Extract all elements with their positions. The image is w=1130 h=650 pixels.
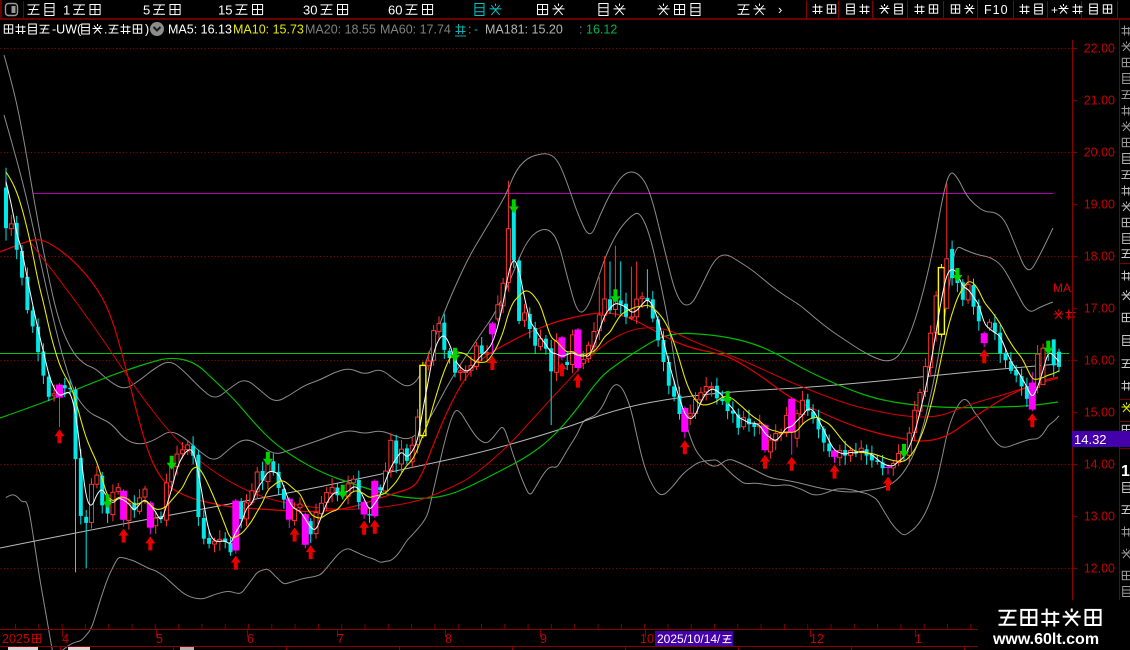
- svg-text:15: 15: [218, 3, 232, 18]
- svg-text:17.00: 17.00: [1084, 302, 1115, 316]
- svg-text:5: 5: [156, 632, 163, 646]
- svg-text:12: 12: [810, 632, 824, 646]
- svg-text:16.00: 16.00: [1084, 354, 1115, 368]
- svg-text:9: 9: [540, 632, 547, 646]
- svg-text:14.32: 14.32: [1074, 432, 1107, 447]
- svg-text:14.00: 14.00: [1084, 458, 1115, 472]
- svg-text:60: 60: [388, 3, 402, 18]
- svg-text:.: .: [104, 23, 107, 37]
- svg-text:10: 10: [640, 632, 654, 646]
- svg-text:F10: F10: [984, 3, 1009, 17]
- svg-text:30: 30: [303, 3, 317, 18]
- svg-text:-UW(: -UW(: [52, 23, 82, 37]
- svg-text::: :: [468, 23, 471, 37]
- svg-text:8: 8: [445, 632, 452, 646]
- svg-text:MA10: 15.73: MA10: 15.73: [233, 23, 304, 37]
- svg-text:20.00: 20.00: [1084, 146, 1115, 160]
- svg-text:MA: MA: [1053, 281, 1071, 295]
- svg-text:12.00: 12.00: [1084, 562, 1115, 576]
- svg-text:5: 5: [143, 3, 150, 18]
- svg-text:MA5: 16.13: MA5: 16.13: [168, 23, 232, 37]
- svg-text:2025: 2025: [2, 632, 30, 646]
- svg-text:1: 1: [915, 632, 922, 646]
- svg-text:1: 1: [63, 3, 70, 18]
- svg-text:1: 1: [1121, 463, 1130, 480]
- svg-text:6: 6: [247, 632, 254, 646]
- svg-text::: :: [579, 23, 582, 37]
- svg-text:4: 4: [62, 632, 69, 646]
- svg-text:+: +: [1051, 3, 1058, 17]
- svg-text:22.00: 22.00: [1084, 42, 1115, 56]
- svg-text:16.12: 16.12: [586, 23, 617, 37]
- svg-text:MA60: 17.74: MA60: 17.74: [380, 23, 451, 37]
- svg-text:›: ›: [778, 2, 782, 17]
- svg-text:18.00: 18.00: [1084, 250, 1115, 264]
- svg-text:-: -: [474, 23, 478, 37]
- svg-text:www.60lt.com: www.60lt.com: [992, 631, 1099, 648]
- svg-text:MA20: 18.55: MA20: 18.55: [305, 23, 376, 37]
- svg-text:15.00: 15.00: [1084, 406, 1115, 420]
- svg-text:7: 7: [337, 632, 344, 646]
- svg-text:2025/10/14/: 2025/10/14/: [657, 632, 721, 646]
- svg-text:): ): [145, 23, 149, 37]
- svg-text:21.00: 21.00: [1084, 94, 1115, 108]
- svg-text:MA181: 15.20: MA181: 15.20: [485, 23, 563, 37]
- svg-text:19.00: 19.00: [1084, 198, 1115, 212]
- svg-text:13.00: 13.00: [1084, 510, 1115, 524]
